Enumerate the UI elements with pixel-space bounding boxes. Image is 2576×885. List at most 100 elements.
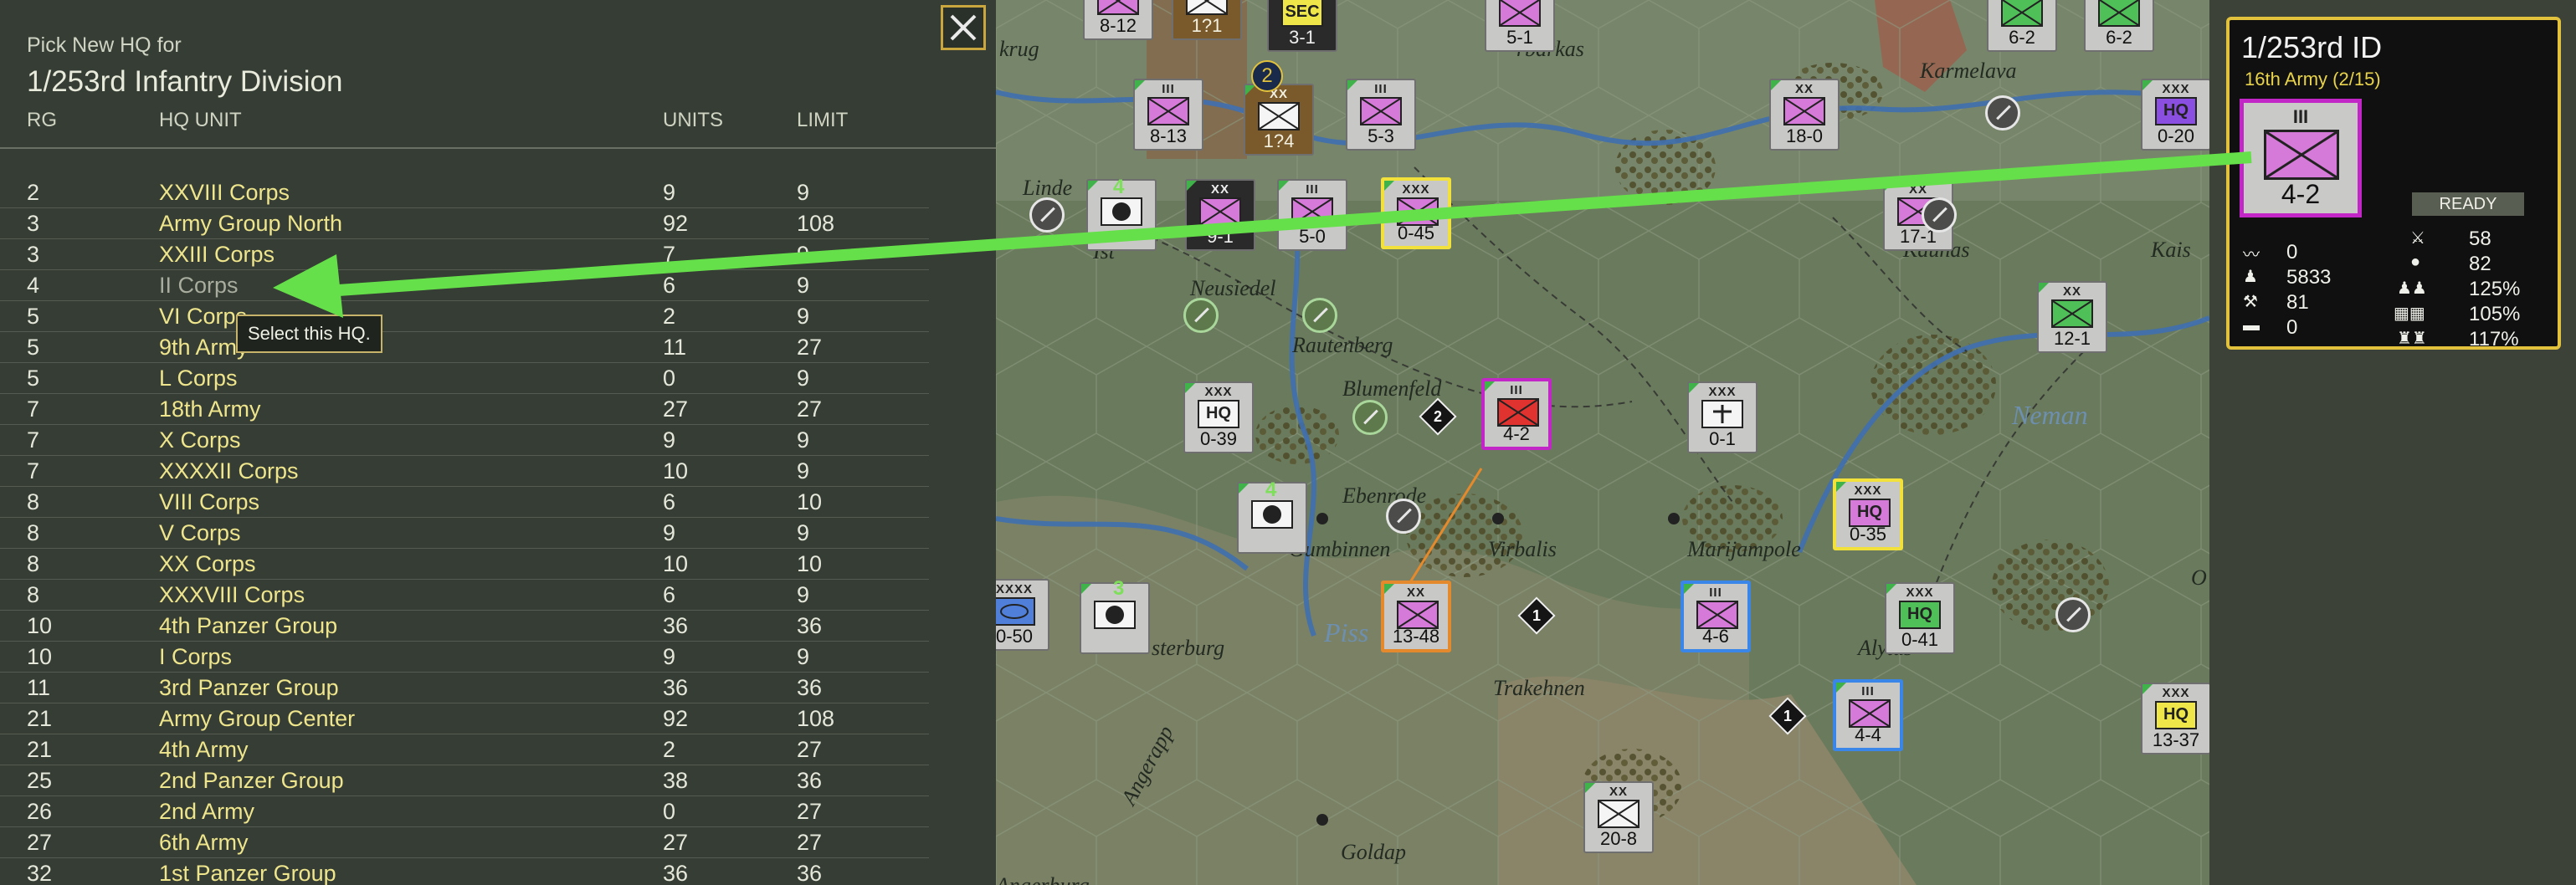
unit-counter[interactable]: XX 9-1 (1185, 179, 1255, 251)
unit-counter[interactable]: XX 12-1 (2037, 281, 2107, 353)
unit-counter-selected[interactable]: III 4-2 (1481, 378, 1552, 450)
hq-row[interactable]: 21 Army Group Center 92 108 (0, 703, 929, 734)
hq-rg-cell: 8 (27, 582, 40, 607)
unit-counter[interactable]: III 4-6 (1681, 581, 1751, 652)
hq-row[interactable]: 7 XXXXII Corps 10 9 (0, 456, 929, 487)
unit-counter[interactable]: XXX HQ 13-37 (2141, 683, 2209, 755)
unit-counter[interactable]: XX 20-8 (1583, 781, 1654, 853)
hq-units-cell: 2 (663, 737, 676, 762)
close-button[interactable] (941, 5, 986, 50)
unit-counter[interactable]: XX 18-0 (1769, 79, 1840, 151)
hq-rg-cell: 8 (27, 489, 40, 514)
hq-units-cell: 6 (663, 273, 676, 298)
hq-rg-cell: 32 (27, 861, 53, 885)
place-label: Goldap (1341, 840, 1406, 864)
unit-counter[interactable]: III 4-4 (1833, 679, 1903, 751)
tank-icon: ▬ (2243, 316, 2260, 335)
unit-counter[interactable]: XXX 0-45 (1381, 177, 1451, 249)
hq-limit-cell: 27 (797, 830, 823, 855)
hq-row[interactable]: 5 L Corps 0 9 (0, 363, 929, 394)
unit-counter[interactable]: XX 13-48 (1381, 581, 1451, 652)
hq-row[interactable]: 8 XX Corps 10 10 (0, 549, 929, 580)
hq-row[interactable]: 21 4th Army 2 27 (0, 734, 929, 765)
column-hq-unit[interactable]: HQ UNIT (159, 109, 242, 132)
hq-name-cell: 4th Panzer Group (159, 613, 338, 638)
unit-counter[interactable]: III 5-0 (1277, 179, 1347, 251)
hq-rg-cell: 21 (27, 706, 53, 731)
hq-rg-cell: 5 (27, 335, 40, 360)
unit-counter[interactable]: 5-1 (1485, 0, 1555, 52)
hq-row[interactable]: 8 XXXVIII Corps 6 9 (0, 580, 929, 611)
hq-row[interactable]: 5 VI Corps 2 9 (0, 301, 929, 332)
hq-row[interactable]: 7 X Corps 9 9 (0, 425, 929, 456)
hq-limit-cell: 9 (797, 644, 810, 669)
place-label: Kais (2151, 238, 2191, 262)
unit-counter[interactable]: XXX HQ 0-20 (2141, 79, 2209, 151)
hq-units-cell: 9 (663, 180, 676, 205)
unit-counter[interactable]: 1?1 (1172, 0, 1242, 40)
unit-counter[interactable]: III 5-3 (1346, 79, 1416, 151)
hq-row[interactable]: 5 9th Army 11 27 (0, 332, 929, 363)
column-limit[interactable]: LIMIT (797, 109, 848, 132)
air-unit-icon[interactable] (1352, 400, 1388, 435)
hq-row[interactable]: 3 Army Group North 92 108 (0, 208, 929, 239)
unit-counter[interactable]: 6-2 (2084, 0, 2154, 52)
column-units[interactable]: UNITS (663, 109, 723, 132)
unit-counter[interactable]: SEC 3-1 (1267, 0, 1337, 52)
air-unit-icon[interactable] (1922, 197, 1957, 233)
hq-units-cell: 9 (663, 520, 676, 545)
air-unit-icon[interactable] (1183, 298, 1219, 333)
unit-counter[interactable]: XXX HQ 0-41 (1885, 582, 1955, 654)
air-unit-icon[interactable] (1029, 197, 1065, 233)
hq-row[interactable]: 26 2nd Army 0 27 (0, 796, 929, 827)
hq-row[interactable]: 7 18th Army 27 27 (0, 394, 929, 425)
unit-counter[interactable]: 6-2 (1987, 0, 2057, 52)
unit-title: 1/253rd ID (2241, 30, 2383, 64)
supply-icon: 〰 (2243, 246, 2260, 264)
hq-row[interactable]: 8 VIII Corps 6 10 (0, 487, 929, 518)
unit-info-card[interactable]: 1/253rd ID 16th Army (2/15) III 4-2 READ… (2226, 17, 2561, 350)
unit-counter[interactable]: 8-12 (1083, 0, 1153, 40)
close-icon (950, 14, 977, 41)
hq-name-cell: II Corps (159, 273, 239, 298)
fuel-icon: ● (2410, 253, 2421, 271)
hq-row[interactable]: 2 XXVIII Corps 9 9 (0, 177, 929, 208)
unit-counter[interactable]: XXX 0-1 (1687, 381, 1758, 453)
unit-counter[interactable]: XX 1?4 (1244, 84, 1314, 156)
air-unit-icon[interactable] (2055, 597, 2091, 632)
unit-counter[interactable]: XXX HQ 0-35 (1833, 478, 1903, 550)
hq-row[interactable]: 3 XXIII Corps 7 9 (0, 239, 929, 270)
hq-limit-cell: 108 (797, 211, 835, 236)
unit-counter[interactable]: III 8-13 (1133, 79, 1203, 151)
hq-row[interactable]: 10 I Corps 9 9 (0, 642, 929, 673)
air-unit-icon[interactable] (1302, 298, 1337, 333)
hq-limit-cell: 36 (797, 675, 823, 700)
hq-row[interactable]: 25 2nd Panzer Group 38 36 (0, 765, 929, 796)
column-rg[interactable]: RG (27, 109, 57, 132)
stat-value: 58 (2469, 228, 2491, 250)
hq-rg-cell: 5 (27, 304, 40, 329)
hq-rg-cell: 2 (27, 180, 40, 205)
hq-row[interactable]: 32 1st Panzer Group 36 36 (0, 858, 929, 885)
hq-row[interactable]: 10 4th Panzer Group 36 36 (0, 611, 929, 642)
air-unit-icon[interactable] (1386, 499, 1421, 534)
hq-row[interactable]: 11 3rd Panzer Group 36 36 (0, 673, 929, 703)
place-label: Marijampole (1687, 537, 1801, 561)
stack-count-badge: 2 (1251, 60, 1283, 92)
unit-counter[interactable]: XXXX 0-50 (996, 579, 1049, 651)
game-map[interactable]: rbarkas Karmelava Kaunas Kais Linde Neus… (996, 0, 2209, 885)
hq-name-cell: 18th Army (159, 396, 261, 422)
hq-name-cell: 9th Army (159, 335, 249, 360)
tooltip: Select this HQ. (236, 315, 382, 353)
stack-count-badge: 3 (1113, 577, 1125, 600)
hq-row[interactable]: 27 6th Army 27 27 (0, 827, 929, 858)
air-unit-icon[interactable] (1985, 95, 2020, 130)
hq-units-cell: 36 (663, 613, 689, 638)
men-ratio-icon: ♟♟ (2397, 279, 2427, 298)
hq-row[interactable]: 8 V Corps 9 9 (0, 518, 929, 549)
unit-counter[interactable]: XXX HQ 0-39 (1183, 381, 1254, 453)
hq-limit-cell: 9 (797, 304, 810, 329)
hq-limit-cell: 9 (797, 242, 810, 267)
hq-row[interactable]: 4 II Corps 6 9 (0, 270, 929, 301)
place-label: sterburg (1152, 636, 1225, 660)
